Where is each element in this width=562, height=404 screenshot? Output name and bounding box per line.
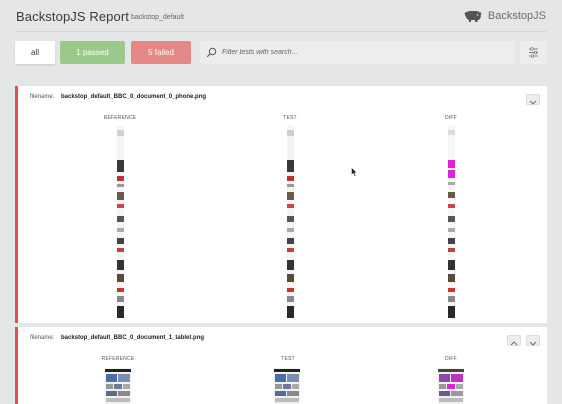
- search-icon: [206, 47, 217, 58]
- collapse-button[interactable]: [526, 94, 540, 105]
- column-header-test: TEST: [283, 115, 297, 121]
- brand: BackstopJS: [463, 9, 546, 23]
- search-box[interactable]: [200, 41, 515, 64]
- settings-button[interactable]: [520, 41, 547, 64]
- column-header-reference: REFERENCE: [103, 115, 137, 121]
- header-divider: [16, 31, 546, 32]
- chevron-down-icon: [529, 100, 537, 105]
- filename-label: filename:: [30, 335, 55, 341]
- filter-toolbar: all 1 passed 5 failed: [15, 41, 547, 64]
- report-header: BackstopJS Report backstop_default Backs…: [0, 0, 562, 34]
- column-header-test: TEST: [281, 356, 295, 362]
- test-card: filename: backstop_default_BBC_0_documen…: [15, 86, 547, 323]
- test-thumbnail[interactable]: [274, 368, 300, 404]
- scroll-up-button[interactable]: [507, 335, 521, 346]
- filename-value: backstop_default_BBC_0_document_1_tablet…: [61, 335, 205, 341]
- column-header-diff: DIFF: [445, 115, 457, 121]
- test-card: filename: backstop_default_BBC_0_documen…: [15, 327, 547, 404]
- filter-passed-button[interactable]: 1 passed: [60, 41, 125, 64]
- filter-all-button[interactable]: all: [15, 41, 55, 64]
- column-header-reference: REFERENCE: [101, 356, 135, 362]
- filename-label: filename:: [30, 94, 55, 100]
- chevron-up-icon: [510, 341, 518, 346]
- filename-value: backstop_default_BBC_0_document_0_phone.…: [61, 94, 207, 100]
- sliders-icon: [529, 47, 538, 58]
- diff-thumbnail[interactable]: [438, 368, 464, 404]
- reference-thumbnail[interactable]: [105, 368, 131, 404]
- test-thumbnail[interactable]: [287, 126, 294, 318]
- reference-thumbnail[interactable]: [117, 126, 124, 318]
- page-title: BackstopJS Report: [16, 9, 129, 24]
- column-header-diff: DIFF: [445, 356, 457, 362]
- diff-thumbnail[interactable]: [448, 126, 455, 318]
- collapse-button[interactable]: [526, 335, 540, 346]
- bison-logo-icon: [463, 11, 482, 22]
- mouse-cursor-icon: [351, 167, 358, 177]
- brand-name: BackstopJS: [487, 10, 546, 22]
- chevron-down-icon: [529, 341, 537, 346]
- project-subtitle: backstop_default: [131, 14, 184, 21]
- filter-failed-button[interactable]: 5 failed: [131, 41, 191, 64]
- search-input[interactable]: [222, 41, 507, 64]
